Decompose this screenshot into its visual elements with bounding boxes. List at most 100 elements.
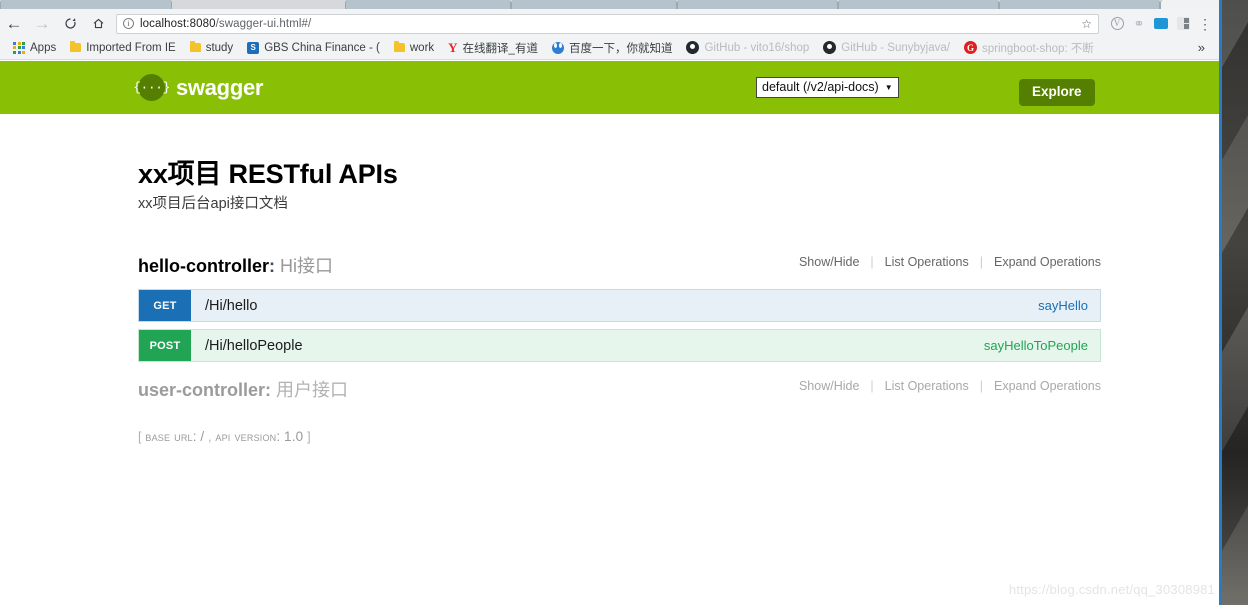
- resource-hello-controller: hello-controller: Hi接口 Show/Hide | List …: [138, 252, 1101, 369]
- operation-list: GET /Hi/hello sayHello POST /Hi/helloPeo…: [138, 289, 1101, 362]
- screen: ← → i localhost:8080/swagger-ui.html#/ ☆…: [0, 0, 1248, 605]
- browser-tab[interactable]: [999, 0, 1160, 9]
- site-info-icon[interactable]: i: [123, 18, 134, 29]
- browser-menu-icon[interactable]: ⋮: [1195, 14, 1215, 34]
- resource-name: user-controller: [138, 380, 266, 400]
- expand-operations-link[interactable]: Expand Operations: [983, 255, 1101, 269]
- bookmark-label: GitHub - vito16/shop: [704, 41, 810, 54]
- resource-options: Show/Hide | List Operations | Expand Ope…: [788, 255, 1101, 269]
- bookmark-star-icon[interactable]: ☆: [1081, 17, 1092, 31]
- operation-nickname: sayHelloToPeople: [983, 338, 1088, 353]
- bookmark-label: study: [205, 41, 234, 54]
- swagger-header-controls: default (/v2/api-docs) ▼: [756, 61, 899, 114]
- base-url-label: BASE URL:: [145, 429, 197, 444]
- bookmark-apps[interactable]: Apps: [6, 37, 63, 59]
- back-icon[interactable]: ←: [0, 11, 28, 36]
- chevron-down-icon: ▼: [884, 82, 893, 92]
- bookmark-label: 在线翻译_有道: [462, 42, 538, 55]
- home-icon[interactable]: [84, 11, 112, 36]
- resource-name: hello-controller: [138, 256, 270, 276]
- resource-header: hello-controller: Hi接口 Show/Hide | List …: [138, 252, 1101, 280]
- github-icon: [686, 41, 700, 54]
- browser-tab-active[interactable]: [1160, 0, 1219, 9]
- operation-row-get-hi-hello[interactable]: GET /Hi/hello sayHello: [138, 289, 1101, 322]
- vimium-extension-icon[interactable]: V: [1107, 14, 1127, 34]
- browser-toolbar: ← → i localhost:8080/swagger-ui.html#/ ☆…: [0, 11, 1219, 36]
- swagger-logo[interactable]: {···} swagger: [133, 74, 263, 101]
- base-url-value: /: [200, 429, 205, 444]
- swagger-content: xx项目 RESTful APIs xx项目后台api接口文档 hello-co…: [0, 114, 1219, 605]
- base-url-comma: ,: [208, 430, 212, 444]
- browser-tab[interactable]: [511, 0, 677, 9]
- operation-path: /Hi/helloPeople: [205, 337, 303, 354]
- api-version-label: API VERSION:: [215, 429, 281, 444]
- folder-icon: [70, 41, 82, 52]
- bookmarks-bar: Apps Imported From IE study S GBS China …: [0, 36, 1219, 60]
- page-title: xx项目 RESTful APIs: [138, 159, 398, 189]
- browser-tab[interactable]: [677, 0, 838, 9]
- sharepoint-icon: S: [247, 41, 260, 54]
- page-subtitle: xx项目后台api接口文档: [138, 196, 288, 212]
- youdao-icon: Y: [448, 39, 458, 55]
- list-operations-link[interactable]: List Operations: [874, 255, 980, 269]
- operation-path: /Hi/hello: [205, 297, 258, 314]
- browser-tab[interactable]: [345, 0, 511, 9]
- baidu-icon: [551, 41, 564, 54]
- base-url-close-bracket: ]: [307, 430, 311, 444]
- explore-button[interactable]: Explore: [1019, 79, 1095, 106]
- folder-icon: [189, 41, 201, 52]
- api-version-value: 1.0: [284, 429, 304, 444]
- expand-operations-link[interactable]: Expand Operations: [983, 379, 1101, 393]
- bookmark-label: GitHub - Sunybyjava/: [841, 41, 950, 54]
- bookmark-label: springboot-shop: 不断: [981, 42, 1094, 55]
- bookmark-imported-from-ie[interactable]: Imported From IE: [63, 37, 182, 59]
- http-method-badge: POST: [139, 330, 191, 361]
- bookmark-work[interactable]: work: [387, 37, 441, 59]
- bookmark-study[interactable]: study: [183, 37, 241, 59]
- bookmark-label: 百度一下，你就知道: [568, 42, 673, 55]
- reload-icon[interactable]: [56, 11, 84, 36]
- resource-options: Show/Hide | List Operations | Expand Ope…: [788, 379, 1101, 393]
- resource-colon: :: [269, 256, 276, 276]
- window-split-extension-icon[interactable]: [1173, 14, 1193, 34]
- http-method-badge: GET: [139, 290, 191, 321]
- bookmark-springboot-shop[interactable]: G springboot-shop: 不断: [957, 37, 1101, 59]
- extension-icons: V ⚭ ⋮: [1107, 14, 1219, 34]
- address-bar-url: localhost:8080/swagger-ui.html#/: [140, 17, 312, 30]
- bookmark-label: Apps: [30, 41, 57, 54]
- forward-icon[interactable]: →: [28, 11, 56, 36]
- bookmark-github-sunybyjava[interactable]: GitHub - Sunybyjava/: [816, 37, 957, 59]
- resource-header: user-controller: 用户接口 Show/Hide | List O…: [138, 376, 1101, 404]
- api-spec-select-value: default (/v2/api-docs): [762, 80, 879, 95]
- resource-description: Hi接口: [280, 256, 334, 276]
- gitee-icon: G: [963, 41, 977, 54]
- shield-extension-icon[interactable]: ⚭: [1129, 14, 1149, 34]
- folder-icon: [393, 41, 405, 52]
- bookmark-label: work: [409, 41, 435, 54]
- resource-colon: :: [265, 380, 272, 400]
- resource-description: 用户接口: [276, 380, 349, 400]
- show-hide-link[interactable]: Show/Hide: [788, 255, 870, 269]
- browser-tab-strip: [0, 0, 1219, 11]
- operation-row-post-hi-hellopeople[interactable]: POST /Hi/helloPeople sayHelloToPeople: [138, 329, 1101, 362]
- bookmark-gbs-china-finance[interactable]: S GBS China Finance - (: [240, 37, 387, 59]
- base-url-open-bracket: [: [138, 430, 142, 444]
- bookmark-label: Imported From IE: [86, 41, 176, 54]
- browser-tab[interactable]: [0, 0, 172, 9]
- bookmark-github-vito16[interactable]: GitHub - vito16/shop: [679, 37, 816, 59]
- show-hide-link[interactable]: Show/Hide: [788, 379, 870, 393]
- bookmark-baidu[interactable]: 百度一下，你就知道: [545, 37, 680, 59]
- browser-tab[interactable]: [838, 0, 999, 9]
- address-bar[interactable]: i localhost:8080/swagger-ui.html#/ ☆: [116, 13, 1099, 34]
- api-spec-select[interactable]: default (/v2/api-docs) ▼: [756, 77, 899, 98]
- bookmark-label: GBS China Finance - (: [264, 41, 380, 54]
- bookmarks-overflow-icon[interactable]: »: [1190, 40, 1213, 55]
- bookmark-youdao[interactable]: Y 在线翻译_有道: [441, 37, 545, 59]
- list-operations-link[interactable]: List Operations: [874, 379, 980, 393]
- operation-nickname: sayHello: [1038, 298, 1088, 313]
- github-icon: [823, 41, 837, 54]
- browser-window: ← → i localhost:8080/swagger-ui.html#/ ☆…: [0, 0, 1222, 605]
- chat-extension-icon[interactable]: [1151, 14, 1171, 34]
- swagger-braces-icon: {···}: [133, 74, 170, 101]
- resource-user-controller: user-controller: 用户接口 Show/Hide | List O…: [138, 376, 1101, 404]
